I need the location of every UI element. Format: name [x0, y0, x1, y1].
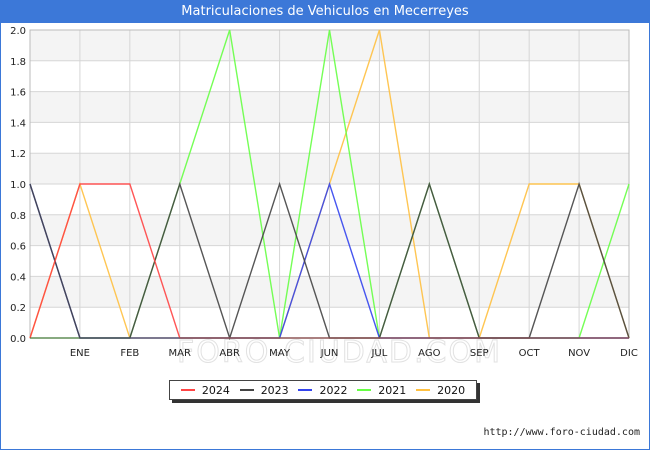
legend-swatch — [357, 389, 372, 391]
legend-item-2023: 2023 — [239, 383, 289, 397]
legend-label: 2022 — [319, 383, 348, 397]
legend-label: 2020 — [437, 383, 466, 397]
x-tick-label: JUL — [370, 348, 387, 359]
x-tick-label: JUN — [320, 348, 339, 359]
legend-swatch — [180, 389, 195, 391]
legend-label: 2024 — [201, 383, 230, 397]
legend-item-2020: 2020 — [416, 384, 465, 397]
y-tick-label: 1.0 — [10, 180, 26, 191]
legend-item-2022: 2022 — [298, 384, 347, 397]
legend-swatch — [239, 389, 254, 391]
x-tick-label: DIC — [620, 348, 638, 359]
legend-label: 2021 — [378, 383, 407, 397]
y-tick-label: 1.6 — [10, 88, 26, 99]
x-tick-label: ABR — [219, 348, 240, 359]
y-tick-label: 1.4 — [10, 118, 26, 129]
x-tick-label: AGO — [418, 348, 440, 359]
y-tick-label: 1.8 — [10, 57, 26, 68]
x-tick-label: NOV — [568, 348, 590, 359]
x-tick-label: FEB — [120, 348, 139, 359]
x-tick-label: SEP — [470, 348, 489, 359]
y-tick-label: 0.6 — [10, 242, 26, 253]
source-url: http://www.foro-ciudad.com — [483, 427, 640, 438]
legend-swatch — [416, 389, 431, 391]
x-tick-label: MAR — [169, 348, 191, 359]
y-tick-label: 2.0 — [10, 26, 26, 37]
x-tick-label: MAY — [269, 348, 291, 359]
y-tick-label: 0.8 — [10, 211, 26, 222]
legend-label: 2023 — [260, 383, 289, 397]
x-tick-label: OCT — [519, 348, 541, 359]
legend-item-2021: 2021 — [357, 384, 406, 397]
y-tick-label: 1.2 — [10, 149, 26, 160]
legend-item-2024: 2024 — [180, 383, 230, 397]
chart-legend: 2024 2023 2022 2021 2020 — [169, 380, 477, 400]
y-tick-label: 0.4 — [10, 272, 26, 283]
y-tick-label: 0.0 — [10, 334, 26, 345]
y-tick-label: 0.2 — [10, 303, 26, 314]
legend-swatch — [298, 389, 313, 391]
x-tick-label: ENE — [70, 348, 90, 359]
